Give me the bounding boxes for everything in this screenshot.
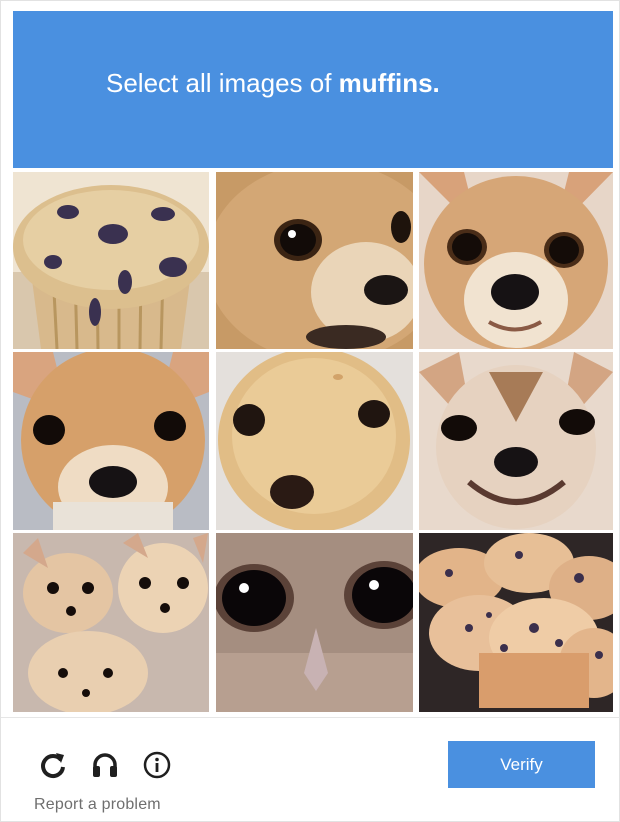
prompt-target: muffins. (338, 68, 440, 98)
image-tile-3[interactable] (419, 172, 613, 349)
image-tile-8[interactable] (216, 533, 413, 712)
image-tile-2[interactable] (216, 172, 413, 349)
image-tile-5[interactable] (216, 352, 413, 530)
image-grid (13, 172, 613, 712)
prompt-prefix: Select all images of (106, 68, 339, 98)
headphones-icon[interactable] (91, 751, 119, 779)
info-icon[interactable] (143, 751, 171, 779)
image-tile-1[interactable] (13, 172, 209, 349)
image-tile-7[interactable] (13, 533, 209, 712)
reload-icon[interactable] (39, 751, 67, 779)
footer-divider (1, 717, 620, 718)
challenge-header: Select all images of muffins. (13, 11, 613, 168)
verify-button[interactable]: Verify (448, 741, 595, 788)
image-tile-6[interactable] (419, 352, 613, 530)
challenge-prompt: Select all images of muffins. (106, 68, 613, 98)
image-tile-9[interactable] (419, 533, 613, 712)
image-tile-4[interactable] (13, 352, 209, 530)
captcha-frame: Select all images of muffins. Verify Rep… (0, 0, 620, 822)
report-problem-link[interactable]: Report a problem (34, 796, 161, 814)
